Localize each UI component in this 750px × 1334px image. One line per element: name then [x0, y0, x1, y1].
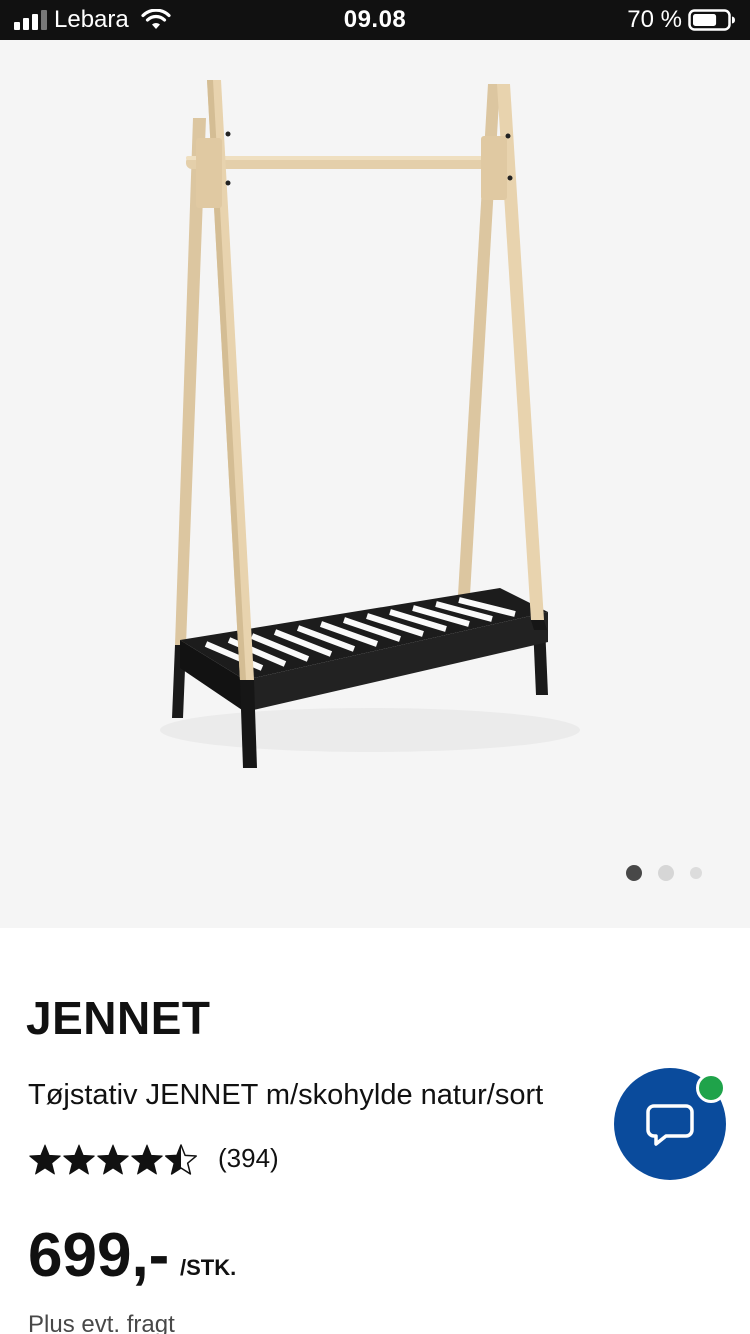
clothes-rack-product-image[interactable] — [0, 40, 750, 928]
product-rating[interactable]: (394) — [28, 1140, 328, 1180]
carousel-dots[interactable] — [620, 860, 710, 884]
star-icon — [29, 1144, 61, 1175]
review-count[interactable]: (394) — [218, 1142, 279, 1174]
product-description: Tøjstativ JENNET m/skohylde natur/sort — [28, 1079, 544, 1111]
carousel-dot-active[interactable] — [626, 865, 642, 881]
rating-stars[interactable] — [28, 1144, 203, 1180]
price-unit: /STK. — [180, 1255, 237, 1280]
star-icon — [131, 1144, 163, 1175]
star-icon — [63, 1144, 95, 1175]
chat-bubble-icon — [646, 1104, 694, 1146]
price-amount: 699,- — [28, 1221, 170, 1290]
status-bar: Lebara 09.08 70 % — [0, 0, 750, 40]
shipping-note: Plus evt. fragt — [28, 1311, 175, 1334]
online-status-badge — [696, 1073, 726, 1103]
star-icon — [165, 1144, 197, 1175]
carousel-dot[interactable] — [690, 867, 702, 879]
product-title: JENNET — [26, 992, 211, 1044]
star-icon — [97, 1144, 129, 1175]
carousel-dot[interactable] — [658, 865, 674, 881]
battery-icon — [688, 9, 735, 31]
battery-percentage: 70 % — [627, 6, 682, 33]
product-image-gallery[interactable] — [0, 40, 750, 928]
product-price: 699,- /STK. — [28, 1220, 328, 1292]
